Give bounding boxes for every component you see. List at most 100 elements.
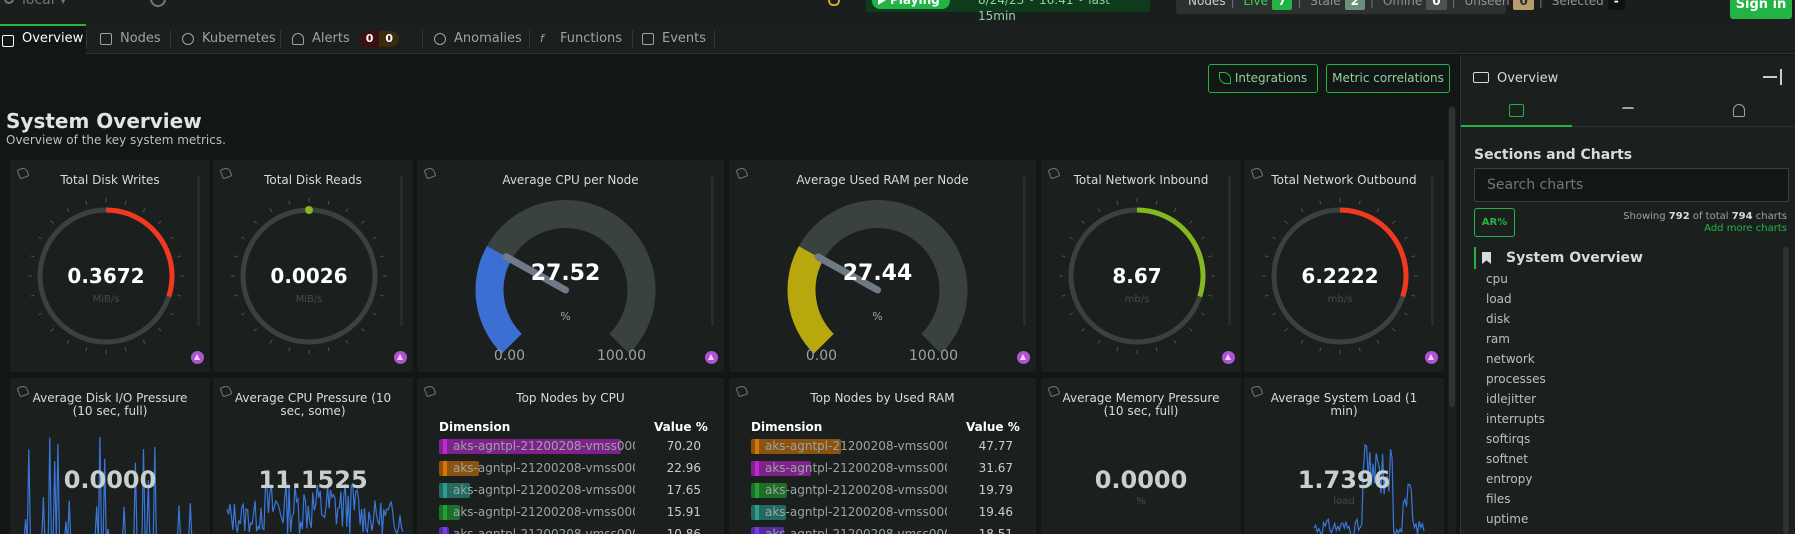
gauge-card[interactable]: Average CPU per Node 27.52% 0.00 100.00 bbox=[417, 160, 724, 372]
gauge-tick bbox=[38, 236, 43, 240]
sidebar-item-entropy[interactable]: entropy bbox=[1474, 469, 1774, 489]
spark-chart bbox=[226, 481, 404, 534]
chevron-down-icon: ▾ bbox=[60, 0, 66, 7]
gauge-card[interactable]: Total Disk Writes 0.3672 MiB/s bbox=[10, 160, 210, 372]
chevron-down-icon[interactable]: ▾ bbox=[960, 0, 965, 3]
spark-card[interactable]: Average Disk I/O Pressure (10 sec, full)… bbox=[10, 378, 210, 534]
chart-title: Top Nodes by Used RAM bbox=[810, 391, 955, 405]
dimension-value: 19.46 bbox=[978, 505, 1013, 519]
table-row[interactable]: aks-agntpl-21200208-vmss000 19.79 bbox=[751, 480, 1021, 502]
top-nodes-ram-card[interactable]: Top Nodes by Used RAM Dimension Value % a… bbox=[729, 378, 1036, 534]
tab-label: Functions bbox=[560, 31, 623, 46]
section-system-overview[interactable]: System Overview bbox=[1474, 247, 1774, 269]
sidebar-item-idlejitter[interactable]: idlejitter bbox=[1474, 389, 1774, 409]
tab-kubernetes[interactable]: Kubernetes bbox=[180, 24, 276, 54]
gear-icon[interactable] bbox=[150, 0, 166, 7]
sidebar-item-cpu[interactable]: cpu bbox=[1474, 269, 1774, 289]
table-row[interactable]: aks-agntpl-21200208-vmss000 15.91 bbox=[439, 502, 709, 524]
table-row[interactable]: aks-agntpl-21200208-vmss000 22.96 bbox=[439, 458, 709, 480]
gauge-tick bbox=[233, 294, 238, 297]
memory-pressure-card[interactable]: Average Memory Pressure (10 sec, full) 0… bbox=[1041, 378, 1241, 534]
table-row[interactable]: aks-agntpl-21200208-vmss000 47.77 bbox=[751, 436, 1021, 458]
live-count[interactable]: 7 bbox=[1271, 0, 1293, 10]
sidebar-item-softnet[interactable]: softnet bbox=[1474, 449, 1774, 469]
selected-label: Selected bbox=[1551, 0, 1604, 8]
gauge-tick bbox=[253, 327, 258, 332]
gauge-tick bbox=[1358, 347, 1361, 352]
panel-scrollbar[interactable] bbox=[1783, 247, 1789, 534]
live-label: Live bbox=[1243, 0, 1268, 8]
panel-tab-alerts[interactable] bbox=[1683, 95, 1794, 127]
time-controls[interactable]: Playing ▾ 8/24/23 • 16:41 • last 15min bbox=[866, 0, 1150, 23]
metric-correlations-button[interactable]: Metric correlations bbox=[1326, 64, 1450, 93]
scrollbar-thumb[interactable] bbox=[1449, 107, 1455, 407]
gauge-tick bbox=[1391, 327, 1396, 332]
dimension-value: 17.65 bbox=[666, 483, 701, 497]
table-row[interactable]: aks-agntpl-21200208-vmss000 31.67 bbox=[751, 458, 1021, 480]
table-row[interactable]: aks-agntpl-21200208-vmss000 10.86 bbox=[439, 524, 709, 534]
collapse-panel-icon[interactable] bbox=[1763, 69, 1783, 85]
integrations-button[interactable]: Integrations bbox=[1208, 64, 1318, 93]
time-range[interactable]: 8/24/23 • 16:41 • last 15min bbox=[978, 0, 1150, 24]
tab-label: Anomalies bbox=[454, 31, 522, 46]
stale-count[interactable]: 2 bbox=[1344, 0, 1365, 10]
gauge-tick bbox=[1097, 339, 1101, 344]
dimension-label: aks-agntpl-21200208-vmss000 bbox=[755, 483, 947, 498]
table-row[interactable]: aks-agntpl-21200208-vmss000 70.20 bbox=[439, 436, 709, 458]
tab-overview[interactable]: Overview bbox=[0, 24, 86, 54]
tab-nodes[interactable]: Nodes bbox=[98, 24, 168, 54]
tab-alerts[interactable]: Alerts 0 0 bbox=[290, 24, 420, 54]
spark-card[interactable]: Average CPU Pressure (10 sec, some) 11.1… bbox=[213, 378, 413, 534]
gauge-card[interactable]: Total Network Inbound 8.67 mb/s bbox=[1041, 160, 1241, 372]
gauge-tick bbox=[1200, 236, 1205, 240]
selected-count[interactable]: - bbox=[1607, 0, 1625, 10]
add-more-charts-link[interactable]: Add more charts bbox=[1704, 223, 1787, 234]
ar-button[interactable]: AR% bbox=[1474, 208, 1515, 237]
unit-label: % bbox=[1136, 496, 1146, 507]
top-nodes-cpu-card[interactable]: Top Nodes by CPU Dimension Value % aks-ag… bbox=[417, 378, 724, 534]
panel-tab-filters[interactable] bbox=[1572, 95, 1683, 127]
sidebar-item-ram[interactable]: ram bbox=[1474, 329, 1774, 349]
lightbulb-icon[interactable] bbox=[828, 0, 840, 6]
dimension-value: 15.91 bbox=[666, 505, 701, 519]
nodes-label: Nodes bbox=[1188, 0, 1226, 8]
tab-anomalies[interactable]: Anomalies bbox=[432, 24, 528, 54]
dimension-label: aks-agntpl-21200208-vmss000 bbox=[755, 505, 947, 520]
table-row[interactable]: aks-agntpl-21200208-vmss000 17.65 bbox=[439, 480, 709, 502]
dimension-label: aks-agntpl-21200208-vmss000 bbox=[755, 439, 947, 454]
unseen-count[interactable]: 0 bbox=[1513, 0, 1534, 10]
gauge-card[interactable]: Total Network Outbound 6.2222 mb/s bbox=[1244, 160, 1444, 372]
gauge-tick bbox=[1284, 220, 1289, 225]
gauge-value: 8.67 bbox=[1112, 264, 1161, 288]
gauge-tick bbox=[1403, 312, 1408, 316]
sidebar-item-interrupts[interactable]: interrupts bbox=[1474, 409, 1774, 429]
sidebar-item-disk[interactable]: disk bbox=[1474, 309, 1774, 329]
tab-functions[interactable]: f Functions bbox=[538, 24, 628, 54]
critical-alerts-count[interactable]: 0 bbox=[359, 31, 380, 47]
sidebar-item-load[interactable]: load bbox=[1474, 289, 1774, 309]
warning-alerts-count[interactable]: 0 bbox=[379, 31, 400, 47]
sidebar-item-network[interactable]: network bbox=[1474, 349, 1774, 369]
gauge-tick bbox=[1061, 255, 1066, 258]
space-selector[interactable]: local ▾ bbox=[4, 0, 66, 8]
play-button[interactable]: Playing bbox=[872, 0, 950, 9]
system-load-card[interactable]: Average System Load (1 min) 1.7396 load bbox=[1244, 378, 1444, 534]
nodes-status[interactable]: Nodes | Live 7 | Stale 2 | Offline 0 | Unseen 0 |… bbox=[1176, 0, 1625, 14]
sidebar-item-softirqs[interactable]: softirqs bbox=[1474, 429, 1774, 449]
table-row[interactable]: aks-agntpl-21200208-vmss000 18.51 bbox=[751, 524, 1021, 534]
panel-tab-charts[interactable] bbox=[1461, 95, 1572, 127]
sidebar-item-processes[interactable]: processes bbox=[1474, 369, 1774, 389]
gauge-card[interactable]: Average Used RAM per Node 27.44% 0.00 100.0… bbox=[729, 160, 1036, 372]
tab-events[interactable]: Events bbox=[640, 24, 714, 54]
gauge-unit: % bbox=[560, 310, 570, 323]
gauge-value: 0.3672 bbox=[67, 264, 144, 288]
page-subtitle: Overview of the key system metrics. bbox=[6, 133, 226, 147]
offline-count[interactable]: 0 bbox=[1426, 0, 1447, 10]
sidebar-item-uptime[interactable]: uptime bbox=[1474, 509, 1774, 529]
sign-in-button[interactable]: Sign in bbox=[1730, 0, 1792, 19]
gauge-card[interactable]: Total Disk Reads 0.0026 MiB/s bbox=[213, 160, 413, 372]
table-row[interactable]: aks-agntpl-21200208-vmss000 19.46 bbox=[751, 502, 1021, 524]
sidebar-item-files[interactable]: files bbox=[1474, 489, 1774, 509]
section-label: System Overview bbox=[1506, 250, 1643, 266]
search-charts-input[interactable] bbox=[1474, 168, 1789, 202]
